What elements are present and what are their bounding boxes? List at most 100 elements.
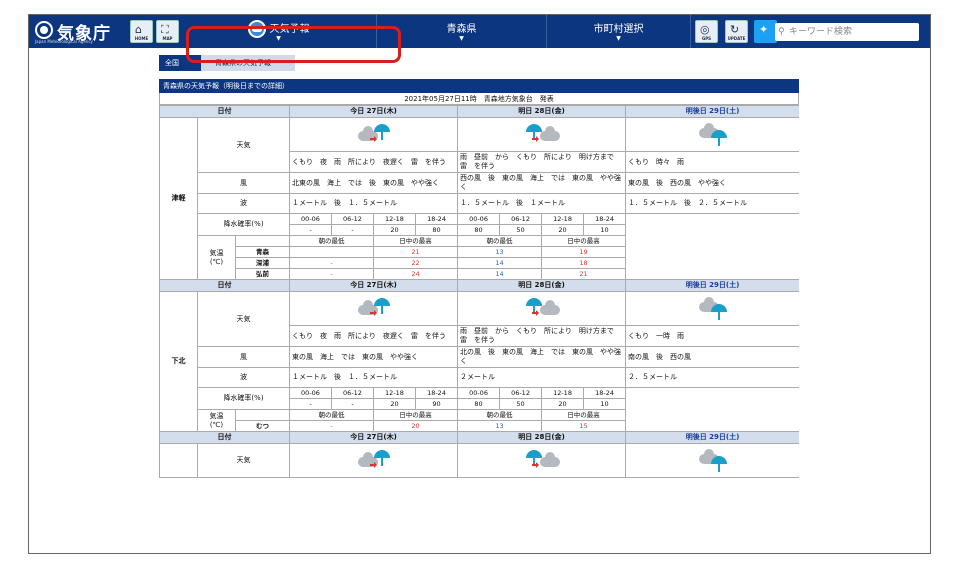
weather-icon-cell <box>625 291 799 326</box>
pop-period: 18-24 <box>583 213 627 225</box>
city-name: 弘前 <box>235 268 290 280</box>
rain-then-cloud-icon <box>524 122 560 144</box>
wave-text: １メートル 後 １．５メートル <box>288 193 459 214</box>
pop-value: 80 <box>457 224 501 236</box>
weather-label: 天気 <box>197 291 290 347</box>
rain-then-cloud-icon <box>524 296 560 318</box>
weather-text: 雨 昼前 から くもり 所により 明け方まで 雷 を伴う <box>457 325 627 347</box>
pop-period: 06-12 <box>331 213 374 225</box>
wind-text: 東の風 後 西の風 やや強く <box>625 172 799 194</box>
pop-value: 10 <box>583 398 627 410</box>
wave-text: １．５メートル 後 ２．５メートル <box>625 193 799 214</box>
pop-label: 降水確率(%) <box>197 387 290 410</box>
area-name: 下北 <box>159 291 198 432</box>
home-button[interactable]: ⌂ HOME <box>130 20 153 43</box>
gps-icon: ◎ <box>700 23 710 36</box>
cloud-occasional-rain-icon <box>695 448 731 472</box>
pop-value: 20 <box>541 398 585 410</box>
wind-label: 風 <box>197 346 290 368</box>
temp-label-b: (℃) <box>209 257 224 266</box>
pop-period-row: 降水確率(%) 00-06 06-12 12-18 18-24 00-06 06-12 12-… <box>160 387 799 432</box>
temp-max-today: 21 <box>372 246 459 258</box>
pop-period: 00-06 <box>289 387 332 399</box>
jma-logo[interactable]: 気象庁 Japan Meteorological Agency <box>35 19 133 44</box>
weather-icon-cell <box>457 443 627 478</box>
empty-cell <box>625 387 799 432</box>
weather-text: 雨 昼前 から くもり 所により 明け方まで 雷 を伴う <box>457 151 627 173</box>
pop-period: 18-24 <box>583 387 627 399</box>
gps-button[interactable]: ◎ GPS <box>695 20 718 43</box>
jma-emblem-icon <box>35 21 53 39</box>
cloud-then-rain-icon <box>356 296 392 318</box>
day-tomorrow: 明日 28日(金) <box>457 279 627 292</box>
temp-min-today: - <box>289 420 374 432</box>
update-label: UPDATE <box>727 36 746 41</box>
logo-subtext: Japan Meteorological Agency <box>35 39 93 44</box>
temp-max-tomorrow: 18 <box>541 257 627 269</box>
pop-value: 80 <box>414 224 459 236</box>
wave-text: １．５メートル 後 １メートル <box>457 193 627 214</box>
area-name <box>159 443 198 478</box>
temp-max-tomorrow: 19 <box>541 246 627 258</box>
day-dayafter: 明後日 29日(土) <box>625 105 799 118</box>
pop-value: 50 <box>499 398 543 410</box>
city-name: むつ <box>235 420 290 432</box>
search-icon: ⚲ <box>778 27 785 37</box>
pop-value: 90 <box>414 398 459 410</box>
daytime-max-label: 日中の最高 <box>372 409 459 421</box>
pop-period-row: 降水確率(%) 00-06 06-12 12-18 18-24 00-06 06-12 12-… <box>160 213 799 280</box>
temp-label-b: (℃) <box>209 420 224 429</box>
weather-text: くもり 一時 雨 <box>625 325 799 347</box>
temp-min-today: - <box>289 257 374 269</box>
twitter-icon: ✦ <box>759 23 769 36</box>
map-button[interactable]: ⛶ MAP <box>156 20 179 43</box>
weather-icon-row: 下北 天気 <box>159 291 799 432</box>
rain-then-cloud-icon <box>524 448 560 470</box>
day-today: 今日 27日(木) <box>288 431 459 444</box>
wave-label: 波 <box>197 193 290 214</box>
wind-row: 風東の風 海上 では 東の風 やや強く 北の風 後 東の風 海上 では 東の風 や… <box>160 346 799 368</box>
wind-row: 風北東の風 海上 では 後 東の風 やや強く 西の風 後 東の風 海上 では 東の… <box>160 172 799 194</box>
empty-cell <box>235 235 290 247</box>
date-header-row: 日付 今日 27日(木) 明日 28日(金) 明後日 29日(土) <box>159 105 799 118</box>
temp-min-today <box>289 246 374 258</box>
morning-min-label: 朝の最低 <box>289 409 374 421</box>
wind-text: 北の風 後 東の風 海上 では 東の風 やや強く <box>457 346 627 368</box>
temp-label: 気温 (℃) <box>197 409 236 432</box>
city-name: 青森 <box>235 246 290 258</box>
weather-label: 天気 <box>197 443 290 478</box>
cloud-then-rain-icon <box>356 122 392 144</box>
update-button[interactable]: ↻ UPDATE <box>725 20 748 43</box>
date-header-row: 日付 今日 27日(木) 明日 28日(金) 明後日 29日(土) <box>159 431 799 444</box>
temp-max-today: 22 <box>372 257 459 269</box>
weather-text: くもり 夜 雨 所により 夜遅く 雷 を伴う <box>288 325 459 347</box>
wind-text: 南の風 後 西の風 <box>625 346 799 368</box>
search-input[interactable]: ⚲ キーワード検索 <box>775 23 919 41</box>
date-label: 日付 <box>159 431 290 444</box>
search-placeholder: キーワード検索 <box>789 27 853 37</box>
empty-cell <box>625 213 799 280</box>
gps-label: GPS <box>701 36 712 41</box>
temp-min-tomorrow: 14 <box>457 268 543 280</box>
weather-text: くもり 夜 雨 所により 夜遅く 雷 を伴う <box>288 151 459 173</box>
chevron-down-icon: ▼ <box>616 35 621 42</box>
pop-period: 12-18 <box>541 387 585 399</box>
wind-text: 北東の風 海上 では 後 東の風 やや強く <box>288 172 459 194</box>
pop-value: 20 <box>373 224 416 236</box>
tab-municipality[interactable]: 市町村選択 ▼ <box>547 15 691 48</box>
twitter-button[interactable]: ✦ <box>754 20 777 43</box>
temp-label-a: 気温 <box>209 411 224 420</box>
city-name: 深浦 <box>235 257 290 269</box>
empty-cell <box>235 409 290 421</box>
tab-prefecture[interactable]: 青森県 ▼ <box>377 15 547 48</box>
pop-period: 06-12 <box>499 213 543 225</box>
cloud-then-rain-icon <box>356 448 392 470</box>
issued-info: 2021年05月27日11時 青森地方気象台 発表 <box>159 93 799 105</box>
wave-text: ２．５メートル <box>625 367 799 388</box>
weather-icon-cell <box>288 291 459 326</box>
pop-value: 50 <box>499 224 543 236</box>
weather-icon-row: 津軽 天気 <box>159 117 799 280</box>
cloud-occasional-rain-icon <box>695 122 731 146</box>
pop-value: 80 <box>457 398 501 410</box>
wind-label: 風 <box>197 172 290 194</box>
